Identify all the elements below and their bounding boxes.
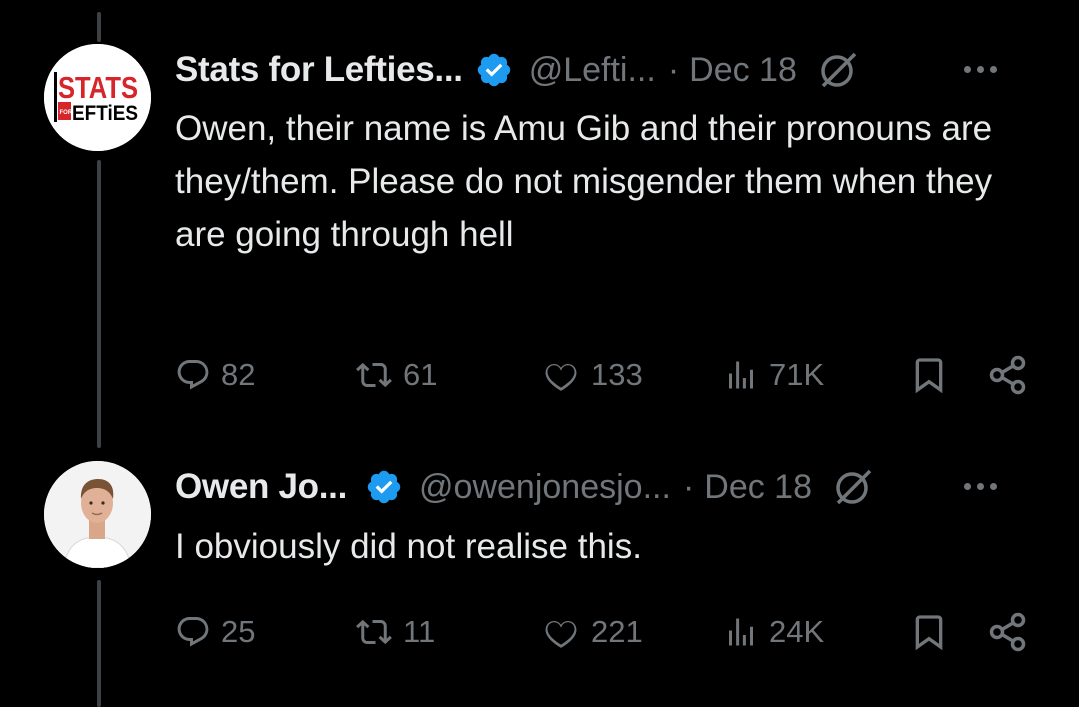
author-handle[interactable]: @owenjonesjo... — [419, 468, 671, 507]
views-button[interactable]: 24K — [723, 607, 824, 657]
views-count: 24K — [769, 614, 825, 649]
repost-button[interactable]: 61 — [355, 350, 437, 400]
repost-count: 11 — [403, 614, 436, 649]
views-icon — [729, 618, 753, 646]
bookmark-button[interactable] — [909, 350, 949, 400]
reply-button[interactable]: 25 — [175, 607, 255, 657]
share-icon — [989, 355, 1026, 395]
verified-badge-icon[interactable] — [475, 51, 513, 89]
author-name[interactable]: Owen Jo... — [175, 467, 347, 507]
author-handle[interactable]: @Lefti... — [529, 51, 656, 90]
thread-line-top — [97, 12, 101, 42]
like-count: 221 — [591, 614, 643, 649]
reply-icon — [177, 617, 209, 647]
views-button[interactable]: 71K — [723, 350, 824, 400]
author-name[interactable]: Stats for Lefties... — [175, 50, 463, 90]
thread-line-middle — [97, 160, 101, 448]
repost-button[interactable]: 11 — [355, 607, 435, 657]
like-button[interactable]: 221 — [541, 607, 643, 657]
tweet-actions: 25 11 221 24K — [175, 607, 1037, 657]
grok-icon[interactable] — [834, 467, 874, 507]
views-icon — [729, 361, 753, 389]
bookmark-button[interactable] — [909, 607, 949, 657]
repost-icon — [356, 619, 392, 645]
separator-dot: · — [667, 50, 680, 89]
grok-icon[interactable] — [819, 50, 859, 90]
separator-dot: · — [682, 467, 695, 506]
like-icon — [545, 620, 577, 648]
owen-jones-photo — [44, 461, 151, 568]
tweet-text: I obviously did not realise this. — [175, 527, 642, 566]
views-count: 71K — [769, 357, 825, 392]
bookmark-icon — [915, 615, 943, 651]
bookmark-icon — [915, 358, 943, 394]
more-icon[interactable] — [964, 483, 997, 490]
share-button[interactable] — [987, 350, 1029, 400]
reply-icon — [177, 360, 209, 390]
logo-text-bottom: EFTiES — [72, 102, 138, 125]
tweet-header: Owen Jo... @owenjonesjo... · Dec 18 — [175, 461, 1045, 513]
avatar[interactable]: STATS FOR EFTiES — [44, 44, 151, 151]
tweet-header: Stats for Lefties... @Lefti... · Dec 18 — [175, 44, 1045, 96]
reply-button[interactable]: 82 — [175, 350, 255, 400]
like-icon — [545, 363, 577, 391]
repost-count: 61 — [403, 357, 438, 392]
logo-text-top: STATS — [58, 70, 138, 105]
tweet-text: Owen, their name is Amu Gib and their pr… — [175, 109, 993, 254]
like-count: 133 — [591, 357, 643, 392]
repost-icon — [356, 362, 392, 388]
tweet-actions: 82 61 133 71K — [175, 350, 1037, 400]
verified-badge-icon[interactable] — [365, 468, 403, 506]
more-icon[interactable] — [964, 66, 997, 73]
like-button[interactable]: 133 — [541, 350, 643, 400]
tweet-date[interactable]: Dec 18 — [689, 51, 797, 90]
avatar[interactable] — [44, 461, 151, 568]
reply-count: 25 — [221, 614, 256, 649]
thread-line-bottom — [97, 580, 101, 707]
logo-text-small: FOR — [60, 110, 73, 116]
tweet-date[interactable]: Dec 18 — [704, 468, 812, 507]
reply-count: 82 — [221, 357, 256, 392]
share-icon — [989, 612, 1026, 652]
share-button[interactable] — [987, 607, 1029, 657]
stats-for-lefties-logo: STATS FOR EFTiES — [44, 44, 151, 151]
